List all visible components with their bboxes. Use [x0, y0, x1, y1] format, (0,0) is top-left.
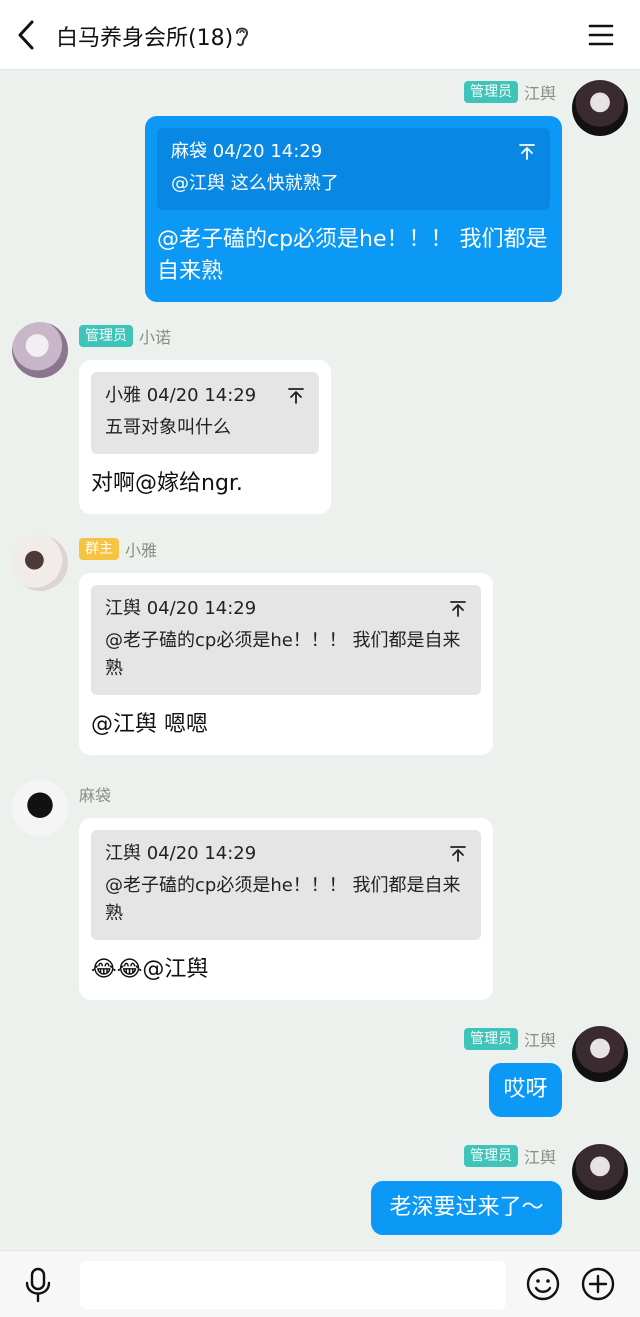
quote-author-time: 麻袋 04/20 14:29 — [171, 141, 323, 162]
microphone-icon[interactable] — [22, 1267, 54, 1303]
sender-name[interactable]: 江舆 — [524, 1144, 556, 1168]
quote-text: @老子磕的cp必须是he！！！ 我们都是自来熟 — [105, 875, 461, 924]
quoted-message[interactable]: 江舆 04/20 14:29 @老子磕的cp必须是he！！！ 我们都是自来熟 — [91, 585, 481, 695]
message-bubble[interactable]: 小雅 04/20 14:29 五哥对象叫什么 对啊@嫁给ngr. — [79, 360, 331, 514]
sender-name[interactable]: 江舆 — [524, 1027, 556, 1051]
back-arrow-icon[interactable] — [12, 16, 44, 54]
admin-badge: 管理员 — [463, 1028, 518, 1050]
pin-top-icon — [449, 600, 467, 618]
message-text: 😂😂@江舆 — [91, 957, 209, 982]
quote-text: @江舆 这么快就熟了 — [171, 173, 339, 194]
owner-badge: 群主 — [79, 538, 119, 560]
menu-icon[interactable] — [588, 22, 614, 48]
sender-row: 管理员 小诺 — [79, 324, 171, 348]
admin-badge: 管理员 — [463, 1145, 518, 1167]
sender-name[interactable]: 麻袋 — [79, 782, 111, 806]
plus-icon[interactable] — [581, 1267, 615, 1301]
avatar[interactable] — [572, 80, 628, 136]
quoted-message[interactable]: 小雅 04/20 14:29 五哥对象叫什么 — [91, 372, 319, 454]
pin-top-icon — [287, 387, 305, 405]
chat-header: 白马养身会所(18) — [0, 0, 640, 70]
sender-name[interactable]: 江舆 — [524, 80, 556, 104]
admin-badge: 管理员 — [79, 325, 133, 347]
avatar[interactable] — [12, 780, 68, 836]
message-bubble[interactable]: 江舆 04/20 14:29 @老子磕的cp必须是he！！！ 我们都是自来熟 😂… — [79, 818, 493, 1000]
message-bubble[interactable]: 老深要过来了～ — [371, 1181, 562, 1235]
sender-row: 群主 小雅 — [79, 537, 157, 561]
sender-row: 麻袋 — [79, 782, 111, 806]
avatar[interactable] — [572, 1026, 628, 1082]
avatar[interactable] — [12, 322, 68, 378]
quoted-message[interactable]: 江舆 04/20 14:29 @老子磕的cp必须是he！！！ 我们都是自来熟 — [91, 830, 481, 940]
quote-text: @老子磕的cp必须是he！！！ 我们都是自来熟 — [105, 630, 461, 679]
quote-author-time: 江舆 04/20 14:29 — [105, 843, 257, 864]
input-bar — [0, 1250, 640, 1317]
pin-top-icon — [518, 143, 536, 161]
group-title[interactable]: 白马养身会所(18) — [56, 20, 233, 52]
avatar[interactable] — [12, 535, 68, 591]
quote-author-time: 江舆 04/20 14:29 — [105, 598, 257, 619]
sender-row: 管理员 江舆 — [463, 1144, 556, 1168]
quote-author-time: 小雅 04/20 14:29 — [105, 385, 257, 406]
sender-row: 管理员 江舆 — [463, 1027, 556, 1051]
message-text: 老深要过来了～ — [389, 1195, 544, 1220]
message-bubble[interactable]: 江舆 04/20 14:29 @老子磕的cp必须是he！！！ 我们都是自来熟 @… — [79, 573, 493, 755]
message-text: 哎呀 — [503, 1077, 548, 1102]
admin-badge: 管理员 — [463, 81, 518, 103]
avatar[interactable] — [572, 1144, 628, 1200]
quoted-message[interactable]: 麻袋 04/20 14:29 @江舆 这么快就熟了 — [157, 128, 550, 210]
pin-top-icon — [449, 845, 467, 863]
ear-icon — [234, 24, 250, 48]
message-text: 对啊@嫁给ngr. — [91, 471, 243, 496]
emoji-icon[interactable] — [526, 1267, 560, 1301]
message-text: @老子磕的cp必须是he！！！ 我们都是自来熟 — [157, 227, 548, 284]
message-input[interactable] — [80, 1261, 506, 1309]
quote-text: 五哥对象叫什么 — [105, 417, 231, 438]
message-bubble[interactable]: 哎呀 — [489, 1063, 562, 1117]
message-bubble[interactable]: 麻袋 04/20 14:29 @江舆 这么快就熟了 @老子磕的cp必须是he！！… — [145, 116, 562, 302]
message-text: @江舆 嗯嗯 — [91, 712, 208, 737]
sender-name[interactable]: 小雅 — [125, 537, 157, 561]
sender-name[interactable]: 小诺 — [139, 324, 171, 348]
sender-row: 管理员 江舆 — [463, 80, 556, 104]
